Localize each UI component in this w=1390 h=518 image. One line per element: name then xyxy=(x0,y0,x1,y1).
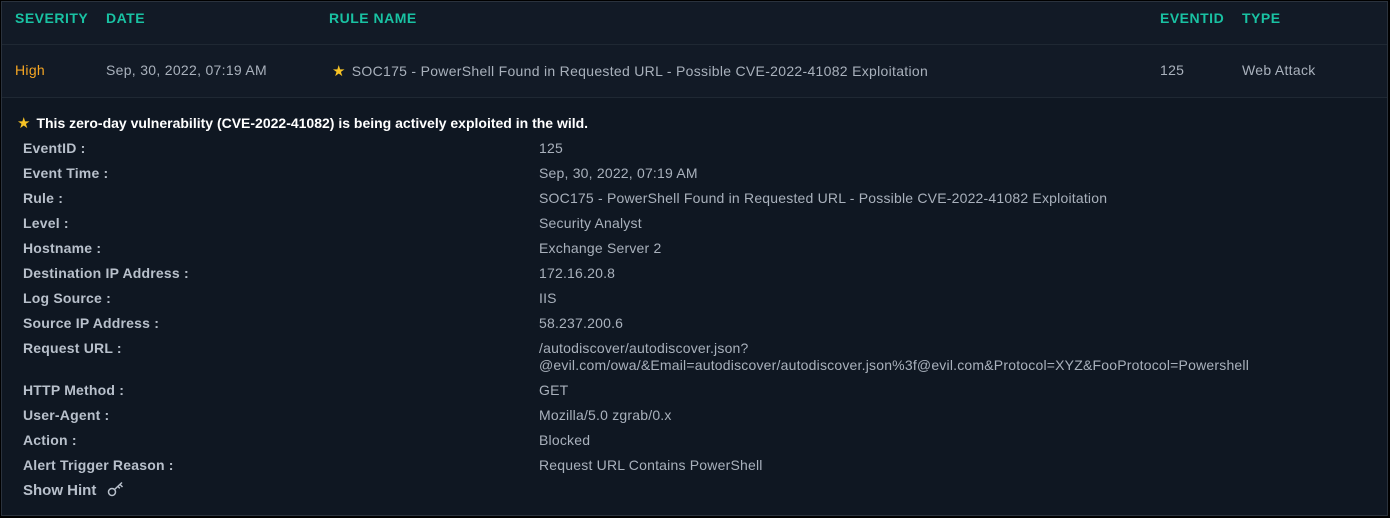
value-destination-ip: 172.16.20.8 xyxy=(539,265,616,281)
label-source-ip: Source IP Address : xyxy=(23,315,160,331)
label-rule: Rule : xyxy=(23,190,64,206)
row-type: Web Attack xyxy=(1242,62,1316,78)
star-icon: ★ xyxy=(17,115,31,132)
label-level: Level : xyxy=(23,215,69,231)
value-eventid: 125 xyxy=(539,140,563,156)
row-eventid: 125 xyxy=(1160,62,1185,78)
star-icon: ★ xyxy=(332,63,346,80)
request-url-line2: @evil.com/owa/&Email=autodiscover/autodi… xyxy=(539,357,1250,373)
value-http-method: GET xyxy=(539,382,569,398)
row-date: Sep, 30, 2022, 07:19 AM xyxy=(106,62,268,78)
label-event-time: Event Time : xyxy=(23,165,109,181)
alert-details: ★ This zero-day vulnerability (CVE-2022-4… xyxy=(2,98,1387,515)
value-action: Blocked xyxy=(539,432,591,448)
header-rule-name[interactable]: RULE NAME xyxy=(329,10,417,26)
zero-day-note: ★ This zero-day vulnerability (CVE-2022-4… xyxy=(17,114,588,132)
alert-panel: SEVERITY DATE RULE NAME EVENTID TYPE Hig… xyxy=(1,1,1388,516)
value-hostname: Exchange Server 2 xyxy=(539,240,662,256)
value-event-time: Sep, 30, 2022, 07:19 AM xyxy=(539,165,698,181)
note-text: This zero-day vulnerability (CVE-2022-41… xyxy=(36,115,589,131)
request-url-line1: /autodiscover/autodiscover.json? xyxy=(539,340,749,356)
header-type[interactable]: TYPE xyxy=(1242,10,1281,26)
row-rule-name: SOC175 - PowerShell Found in Requested U… xyxy=(351,63,929,79)
label-alert-trigger-reason: Alert Trigger Reason : xyxy=(23,457,174,473)
label-log-source: Log Source : xyxy=(23,290,111,306)
severity-badge: High xyxy=(15,62,45,78)
key-icon xyxy=(107,481,125,501)
value-alert-trigger-reason: Request URL Contains PowerShell xyxy=(539,457,763,473)
value-log-source: IIS xyxy=(539,290,557,306)
value-request-url: /autodiscover/autodiscover.json? @evil.co… xyxy=(539,340,1249,374)
label-request-url: Request URL : xyxy=(23,340,122,356)
label-user-agent: User-Agent : xyxy=(23,407,110,423)
table-row[interactable]: High Sep, 30, 2022, 07:19 AM ★ SOC175 - P… xyxy=(2,45,1387,98)
label-http-method: HTTP Method : xyxy=(23,382,125,398)
header-date[interactable]: DATE xyxy=(106,10,145,26)
header-eventid[interactable]: EVENTID xyxy=(1160,10,1224,26)
value-source-ip: 58.237.200.6 xyxy=(539,315,624,331)
label-hostname: Hostname : xyxy=(23,240,102,256)
value-rule: SOC175 - PowerShell Found in Requested U… xyxy=(539,190,1108,206)
header-severity[interactable]: SEVERITY xyxy=(15,10,88,26)
value-user-agent: Mozilla/5.0 zgrab/0.x xyxy=(539,407,672,423)
label-destination-ip: Destination IP Address : xyxy=(23,265,189,281)
show-hint-label: Show Hint xyxy=(23,481,97,499)
table-header: SEVERITY DATE RULE NAME EVENTID TYPE xyxy=(2,2,1387,45)
show-hint-button[interactable]: Show Hint xyxy=(23,481,125,501)
label-action: Action : xyxy=(23,432,77,448)
label-eventid: EventID : xyxy=(23,140,86,156)
row-rule: ★ SOC175 - PowerShell Found in Requested … xyxy=(332,62,928,80)
value-level: Security Analyst xyxy=(539,215,642,231)
